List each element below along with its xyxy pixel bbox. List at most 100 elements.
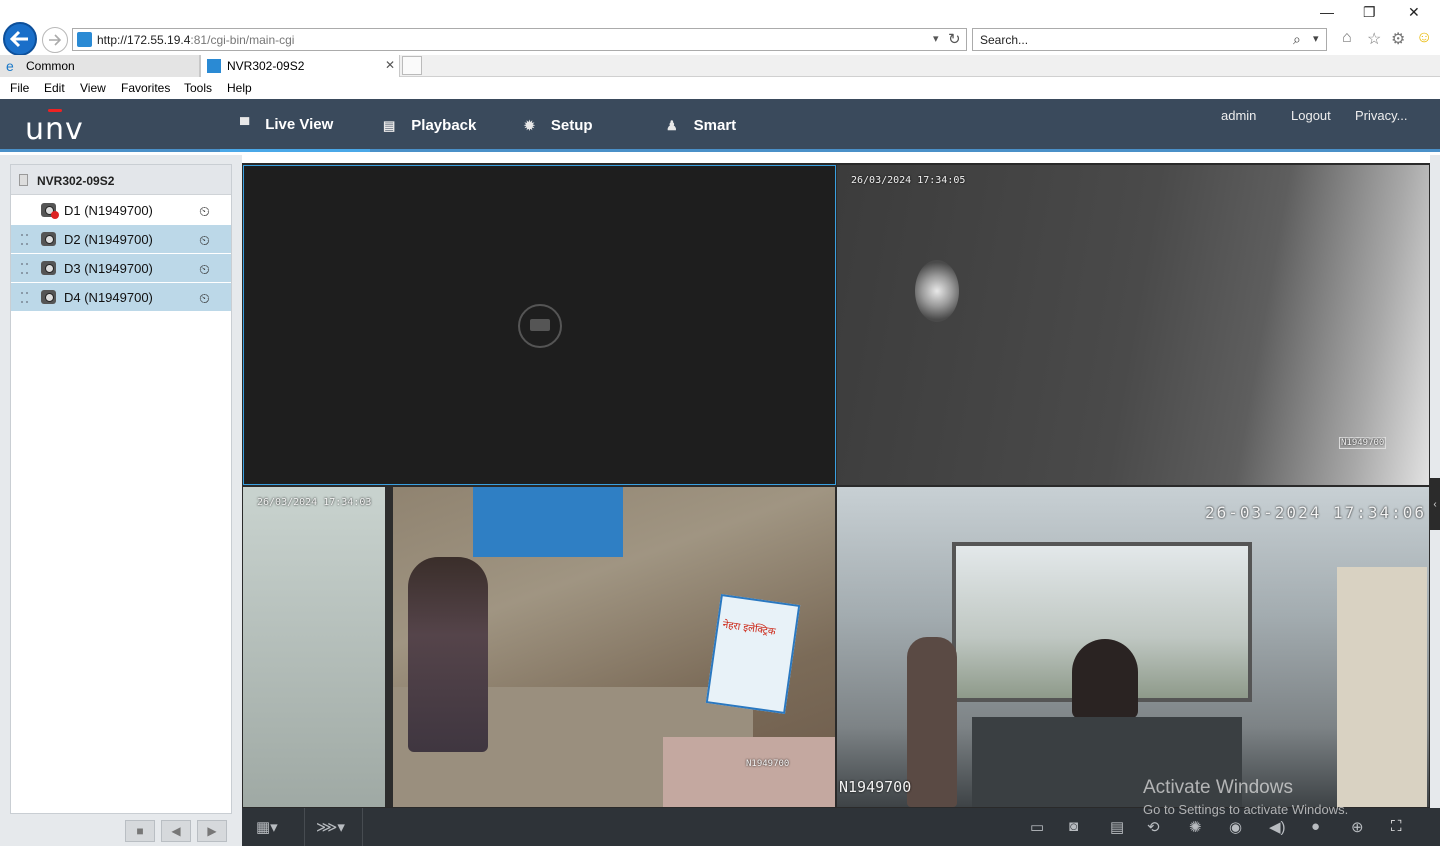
- tab-common[interactable]: e Common: [0, 55, 200, 77]
- osd-timestamp: 26/03/2024 17:34:03: [257, 497, 372, 508]
- nav-setup[interactable]: ✹ Setup: [524, 99, 593, 152]
- device-panel: NVR302-09S2 D1 (N1949700) ⏲ D2 (N1949700…: [0, 155, 242, 846]
- watermark-line1: Activate Windows: [1143, 777, 1293, 798]
- camera-icon: [41, 232, 56, 246]
- home-icon[interactable]: ⌂: [1342, 29, 1352, 47]
- record-icon[interactable]: ▤: [1110, 818, 1124, 836]
- gear-icon: ✹: [524, 117, 535, 133]
- address-bar[interactable]: http://172.55.19.4:81/cgi-bin/main-cgi ▾…: [72, 28, 967, 51]
- fullscreen-icon[interactable]: ⛶: [1391, 818, 1402, 835]
- menu-bar: File Edit View Favorites Tools Help: [0, 78, 1440, 99]
- camera-icon: [41, 261, 56, 275]
- audio-icon[interactable]: ◀): [1269, 818, 1286, 836]
- arrow-left-icon: [10, 30, 28, 48]
- osd-timestamp: 26/03/2024 17:34:05: [851, 175, 966, 186]
- new-tab-button[interactable]: [402, 56, 422, 75]
- divider: [362, 808, 363, 846]
- site-icon: [207, 59, 221, 73]
- video-tile-1[interactable]: [243, 165, 836, 485]
- channel-row[interactable]: D4 (N1949700) ⏲: [11, 283, 231, 311]
- menu-tools[interactable]: Tools: [184, 81, 212, 95]
- scene-person: [907, 637, 957, 807]
- url-path: :81/cgi-bin/main-cgi: [190, 33, 295, 47]
- dropdown-icon[interactable]: ▾: [1313, 32, 1319, 45]
- nvr-icon: [19, 174, 28, 186]
- tab-label: Common: [26, 59, 75, 73]
- url-host: http://172.55.19.4: [97, 33, 191, 47]
- channel-row[interactable]: D1 (N1949700) ⏲: [11, 196, 231, 224]
- channel-row[interactable]: D2 (N1949700) ⏲: [11, 225, 231, 253]
- divider: [304, 808, 305, 846]
- forward-button[interactable]: [42, 27, 68, 53]
- channel-label: D2 (N1949700): [64, 232, 153, 247]
- menu-favorites[interactable]: Favorites: [121, 81, 170, 95]
- scene-wall: [663, 737, 835, 807]
- video-tile-3[interactable]: नेहरा इलेक्ट्रिक 26/03/2024 17:34:03 N19…: [243, 487, 835, 807]
- stream-select-icon[interactable]: ⋙▾: [316, 818, 345, 836]
- chevron-left-icon: ‹: [1433, 498, 1437, 510]
- video-tile-4[interactable]: 26-03-2024 17:34:06 N1949700: [837, 487, 1429, 807]
- logout-link[interactable]: Logout: [1291, 108, 1331, 123]
- talk-icon[interactable]: ●: [1311, 818, 1320, 835]
- nav-label: Setup: [550, 117, 593, 134]
- stop-all-button[interactable]: ■: [125, 820, 155, 842]
- search-box[interactable]: Search... ⌕ ▾: [972, 28, 1327, 51]
- scene-shutter: [473, 487, 623, 557]
- minimize-icon[interactable]: —: [1320, 4, 1334, 20]
- focus-icon[interactable]: ✺: [1189, 818, 1202, 836]
- star-icon[interactable]: ☆: [1367, 29, 1381, 49]
- scene-poster: नेहरा इलेक्ट्रिक: [705, 593, 801, 715]
- video-tile-2[interactable]: 26/03/2024 17:34:05 N1949700: [837, 165, 1429, 485]
- smiley-icon[interactable]: ☺: [1416, 29, 1432, 47]
- menu-file[interactable]: File: [10, 81, 29, 95]
- ptz-icon[interactable]: ⟲: [1147, 818, 1160, 836]
- no-video-camera-icon: [518, 304, 562, 348]
- channel-label: D1 (N1949700): [64, 203, 153, 218]
- collapse-panel-button[interactable]: ‹: [1430, 478, 1440, 530]
- video-grid: 26/03/2024 17:34:05 N1949700 नेहरा इलेक्…: [242, 163, 1430, 808]
- dropdown-icon[interactable]: ▾: [933, 32, 939, 45]
- search-placeholder: Search...: [980, 33, 1029, 47]
- snapshot-icon[interactable]: ◙: [1069, 818, 1078, 835]
- search-icon[interactable]: ⌕: [1293, 31, 1301, 48]
- poster-text: नेहरा इलेक्ट्रिक: [721, 619, 777, 638]
- osd-camera-id: N1949700: [1339, 437, 1387, 449]
- playback-icon[interactable]: ⏲: [199, 290, 210, 307]
- privacy-link[interactable]: Privacy...: [1355, 108, 1408, 123]
- prev-page-button[interactable]: ◀: [161, 820, 191, 842]
- playback-icon[interactable]: ⏲: [199, 203, 210, 220]
- channel-row[interactable]: D3 (N1949700) ⏲: [11, 254, 231, 282]
- camera-icon: [41, 290, 56, 304]
- panel-footer: ■ ◀ ▶: [0, 815, 242, 846]
- drag-handle-icon[interactable]: [21, 292, 28, 303]
- nav-live-view[interactable]: ▀ Live View: [220, 99, 370, 152]
- close-tab-icon[interactable]: ✕: [385, 58, 395, 72]
- 3d-zoom-icon[interactable]: ⊕: [1351, 818, 1364, 836]
- channel-label: D4 (N1949700): [64, 290, 153, 305]
- osd-timestamp: 26-03-2024 17:34:06: [1205, 503, 1427, 522]
- device-tree: NVR302-09S2 D1 (N1949700) ⏲ D2 (N1949700…: [10, 164, 232, 814]
- menu-help[interactable]: Help: [227, 81, 252, 95]
- gear-icon[interactable]: ⚙: [1391, 29, 1405, 49]
- scene-light: [915, 260, 959, 322]
- menu-edit[interactable]: Edit: [44, 81, 65, 95]
- layout-grid-icon[interactable]: ▦▾: [256, 818, 278, 836]
- user-admin[interactable]: admin: [1221, 108, 1256, 123]
- close-icon[interactable]: ✕: [1408, 4, 1420, 21]
- back-button[interactable]: [3, 22, 37, 56]
- nav-smart[interactable]: ♟ Smart: [666, 99, 736, 152]
- playback-icon[interactable]: ⏲: [199, 261, 210, 278]
- tab-strip: e Common NVR302-09S2 ✕: [0, 55, 1440, 77]
- next-page-button[interactable]: ▶: [197, 820, 227, 842]
- restore-icon[interactable]: ❐: [1363, 4, 1376, 21]
- refresh-icon[interactable]: ↻: [948, 30, 961, 48]
- window-icon[interactable]: ▭: [1030, 818, 1044, 836]
- playback-icon[interactable]: ⏲: [199, 232, 210, 249]
- drag-handle-icon[interactable]: [21, 263, 28, 274]
- zoom-icon[interactable]: ◉: [1229, 818, 1242, 836]
- drag-handle-icon[interactable]: [21, 234, 28, 245]
- menu-view[interactable]: View: [80, 81, 106, 95]
- tree-root[interactable]: NVR302-09S2: [11, 165, 231, 195]
- tab-nvr[interactable]: NVR302-09S2 ✕: [200, 55, 400, 77]
- nav-playback[interactable]: ▤ Playback: [383, 99, 476, 152]
